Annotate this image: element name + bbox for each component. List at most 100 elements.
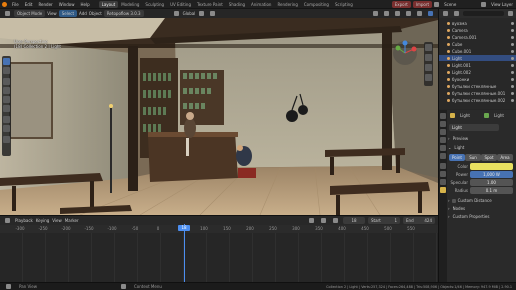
xray-icon[interactable] [406, 11, 411, 16]
menu-select[interactable]: Select [58, 10, 78, 17]
outliner-item[interactable]: вуозма [439, 20, 516, 26]
pan-icon[interactable] [425, 54, 432, 61]
visibility-eye-icon[interactable] [511, 42, 514, 46]
outliner-item[interactable]: бутылки стеклянные.001 [439, 90, 516, 96]
output-tab-icon[interactable] [440, 129, 446, 135]
visibility-eye-icon[interactable] [511, 84, 514, 88]
physics-tab-icon[interactable] [440, 171, 446, 177]
custom-distance-header[interactable]: › Custom Distance [448, 197, 492, 204]
light-type-sun[interactable]: Sun [465, 154, 481, 161]
menu-help[interactable]: Help [77, 2, 92, 7]
current-frame-field[interactable]: 18 [343, 217, 365, 224]
outliner-item[interactable]: Light [439, 55, 516, 61]
outliner-item[interactable]: бутылки стеклянные [439, 83, 516, 89]
scene-selector[interactable]: Scene [441, 2, 479, 7]
menu-render[interactable]: Render [35, 2, 55, 7]
light-type-spot[interactable]: Spot [481, 154, 497, 161]
visibility-eye-icon[interactable] [511, 98, 514, 102]
view-layer-tab-icon[interactable] [440, 137, 446, 143]
custom-properties-header[interactable]: › Custom Properties [448, 213, 489, 220]
zoom-icon[interactable] [425, 44, 432, 51]
visibility-eye-icon[interactable] [511, 70, 514, 74]
ortho-toggle-icon[interactable] [425, 74, 432, 81]
playhead-frame-label[interactable]: 18 [178, 225, 190, 231]
tab-layout[interactable]: Layout [98, 0, 119, 8]
snap-icon[interactable] [199, 11, 205, 16]
move-tool-icon[interactable] [3, 78, 10, 85]
measure-tool-icon[interactable] [3, 125, 10, 132]
menu-playback[interactable]: Playback [15, 218, 33, 223]
add-cube-tool-icon[interactable] [3, 136, 10, 143]
radius-field[interactable]: 0.1 m [470, 187, 513, 194]
proportional-edit-icon[interactable] [210, 11, 216, 16]
filter-icon[interactable] [508, 11, 513, 16]
object-tab-icon[interactable] [440, 163, 446, 169]
navigation-gizmo[interactable] [392, 40, 418, 66]
gizmo-icon[interactable] [384, 11, 389, 16]
cursor-tool-icon[interactable] [3, 67, 10, 74]
play-icon[interactable] [321, 218, 326, 223]
outliner-item[interactable]: Camera.001 [439, 34, 516, 40]
outliner-search-input[interactable] [463, 11, 504, 16]
custom-distance-checkbox[interactable] [451, 198, 456, 203]
blender-logo-icon[interactable] [2, 1, 7, 7]
frame-ruler[interactable]: -300-250-200-150-100-5005010015020025030… [0, 225, 438, 233]
light-data-tab-icon[interactable] [440, 187, 446, 193]
tab-texture-paint[interactable]: Texture Paint [194, 1, 226, 8]
light-panel-header[interactable]: ⌄ Light [448, 144, 464, 151]
visibility-eye-icon[interactable] [511, 63, 514, 67]
menu-file[interactable]: File [9, 2, 22, 7]
transform-tool-icon[interactable] [3, 105, 10, 112]
playhead[interactable] [184, 224, 185, 282]
visibility-eye-icon[interactable] [511, 56, 514, 60]
camera-view-icon[interactable] [425, 64, 432, 71]
menu-keying[interactable]: Keying [36, 218, 49, 223]
tab-uv-editing[interactable]: UV Editing [167, 1, 194, 8]
outliner-item[interactable]: бутылки стеклянные.002 [439, 97, 516, 103]
menu-add[interactable]: Add [79, 11, 87, 16]
jump-end-icon[interactable] [333, 218, 338, 223]
retopoflow-button[interactable]: Retopoflow 3.0.3 [103, 10, 144, 17]
menu-edit[interactable]: Edit [22, 2, 36, 7]
outliner[interactable]: вуозма Camera Camera.001 Cube Cube.001 Light L… [439, 9, 516, 109]
tab-shading[interactable]: Shading [226, 1, 248, 8]
visibility-eye-icon[interactable] [511, 21, 514, 25]
visibility-eye-icon[interactable] [511, 28, 514, 32]
preview-panel-header[interactable]: › Preview [448, 135, 468, 142]
tab-modeling[interactable]: Modeling [118, 1, 142, 8]
tab-rendering[interactable]: Rendering [274, 1, 300, 8]
shading-rendered-icon[interactable] [428, 11, 433, 16]
outliner-item[interactable]: Light.002 [439, 69, 516, 75]
orientation-dropdown[interactable]: Global [183, 11, 196, 16]
properties-editor[interactable]: Light Light Light › Preview ⌄ Light Poin… [439, 110, 516, 282]
menu-marker[interactable]: Marker [65, 218, 79, 223]
shading-solid-icon[interactable] [417, 11, 422, 16]
view-layer-selector[interactable]: View Layer [488, 2, 516, 7]
light-type-area[interactable]: Area [497, 154, 513, 161]
tab-compositing[interactable]: Compositing [301, 1, 332, 8]
outliner-item[interactable]: Cube [439, 41, 516, 47]
outliner-editor-icon[interactable] [443, 11, 448, 16]
light-color-swatch[interactable] [470, 163, 513, 170]
visibility-eye-icon[interactable] [511, 49, 514, 53]
visibility-eye-icon[interactable] [511, 91, 514, 95]
mode-dropdown[interactable]: Object Mode [14, 10, 46, 17]
visibility-eye-icon[interactable] [511, 77, 514, 81]
3d-viewport[interactable]: User Perspective (18) Collection 2 | Lig… [0, 18, 438, 215]
world-tab-icon[interactable] [440, 153, 446, 159]
outliner-item[interactable]: бухонки [439, 76, 516, 82]
visibility-eye-icon[interactable] [511, 35, 514, 39]
menu-object[interactable]: Object [89, 11, 102, 16]
menu-view[interactable]: View [47, 11, 57, 16]
rotate-tool-icon[interactable] [3, 87, 10, 94]
tab-scripting[interactable]: Scripting [332, 1, 356, 8]
constraints-tab-icon[interactable] [440, 179, 446, 185]
outliner-item[interactable]: Light.001 [439, 62, 516, 68]
start-frame-field[interactable]: Start 1 [368, 217, 400, 224]
visibility-icon[interactable] [373, 11, 378, 16]
menu-view-timeline[interactable]: View [52, 218, 62, 223]
menu-window[interactable]: Window [56, 2, 78, 7]
light-type-point[interactable]: Point [449, 154, 465, 161]
nodes-panel-header[interactable]: › Nodes [448, 205, 465, 212]
power-field[interactable]: 1,000 W [470, 171, 513, 178]
